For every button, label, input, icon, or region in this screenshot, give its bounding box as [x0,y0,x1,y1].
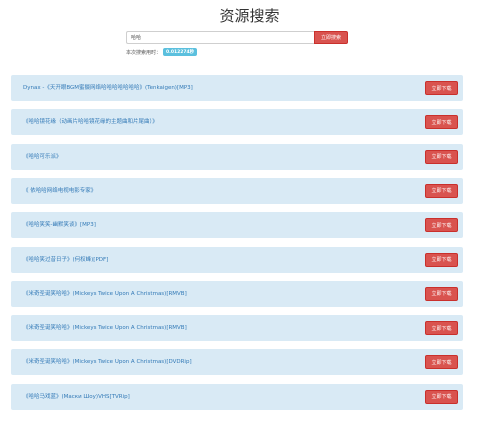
result-title-link[interactable]: 《 依哈哈网络电视电影专家》 [23,178,96,204]
result-title-link[interactable]: 《哈哈镜花缘（动画片哈哈镜花缘的主题曲和片尾曲）》 [23,109,158,135]
result-row: 《哈哈笑笑-幽默笑谈》[MP3] 立即下载 [11,212,463,239]
result-row: 《哈哈可乐派》 立即下载 [11,143,463,170]
search-input[interactable] [126,31,314,44]
search-time-badge: 0.012274秒 [163,48,198,56]
result-row: 《米奇圣诞笑哈哈》(Mickeys Twice Upon A Christmas… [11,280,463,307]
search-time-info: 本次搜索用时： 0.012274秒 [126,48,198,56]
result-row: 《米奇圣诞笑哈哈》(Mickeys Twice Upon A Christmas… [11,349,463,376]
search-bar: 立即搜索 [126,31,348,44]
search-button[interactable]: 立即搜索 [314,31,348,44]
download-button[interactable]: 立即下载 [425,149,458,164]
download-button[interactable]: 立即下载 [425,321,458,336]
page-title: 资源搜索 [219,7,280,25]
download-button[interactable]: 立即下载 [425,218,458,233]
result-row: 《哈哈笑过昔日子》(何权峰)[PDF] 立即下载 [11,246,463,273]
download-button[interactable]: 立即下载 [425,286,458,301]
download-button[interactable]: 立即下载 [425,81,458,95]
download-button[interactable]: 立即下载 [425,252,458,267]
result-title-link[interactable]: 《哈哈笑过昔日子》(何权峰)[PDF] [23,247,108,273]
search-time-label: 本次搜索用时： [126,49,162,56]
result-row: 《哈哈镜花缘（动画片哈哈镜花缘的主题曲和片尾曲）》 立即下载 [11,109,463,136]
result-row: 《 依哈哈网络电视电影专家》 立即下载 [11,177,463,204]
result-row: 《哈哈马戏蓝》(Маски Шоу)VHS[TVRip] 立即下载 [11,383,463,410]
result-row: 《米奇圣诞笑哈哈》(Mickeys Twice Upon A Christmas… [11,315,463,342]
result-title-link[interactable]: 《哈哈马戏蓝》(Маски Шоу)VHS[TVRip] [23,384,130,410]
download-button[interactable]: 立即下载 [425,389,458,404]
download-button[interactable]: 立即下载 [425,115,458,130]
result-title-link[interactable]: 《米奇圣诞笑哈哈》(Mickeys Twice Upon A Christmas… [23,315,187,341]
result-title-link[interactable]: 《米奇圣诞笑哈哈》(Mickeys Twice Upon A Christmas… [23,281,187,307]
result-title-link[interactable]: 《哈哈笑笑-幽默笑谈》[MP3] [23,212,96,238]
download-button[interactable]: 立即下载 [425,355,458,370]
result-title-link[interactable]: Dynax -《天开眼BGM蜜摄网络哈哈哈哈哈哈哈》(Tenkaigen)[MP… [23,75,193,101]
result-title-link[interactable]: 《米奇圣诞笑哈哈》(Mickeys Twice Upon A Christmas… [23,349,192,375]
result-title-link[interactable]: 《哈哈可乐派》 [23,144,62,170]
download-button[interactable]: 立即下载 [425,183,458,198]
result-row: Dynax -《天开眼BGM蜜摄网络哈哈哈哈哈哈哈》(Tenkaigen)[MP… [11,75,463,101]
